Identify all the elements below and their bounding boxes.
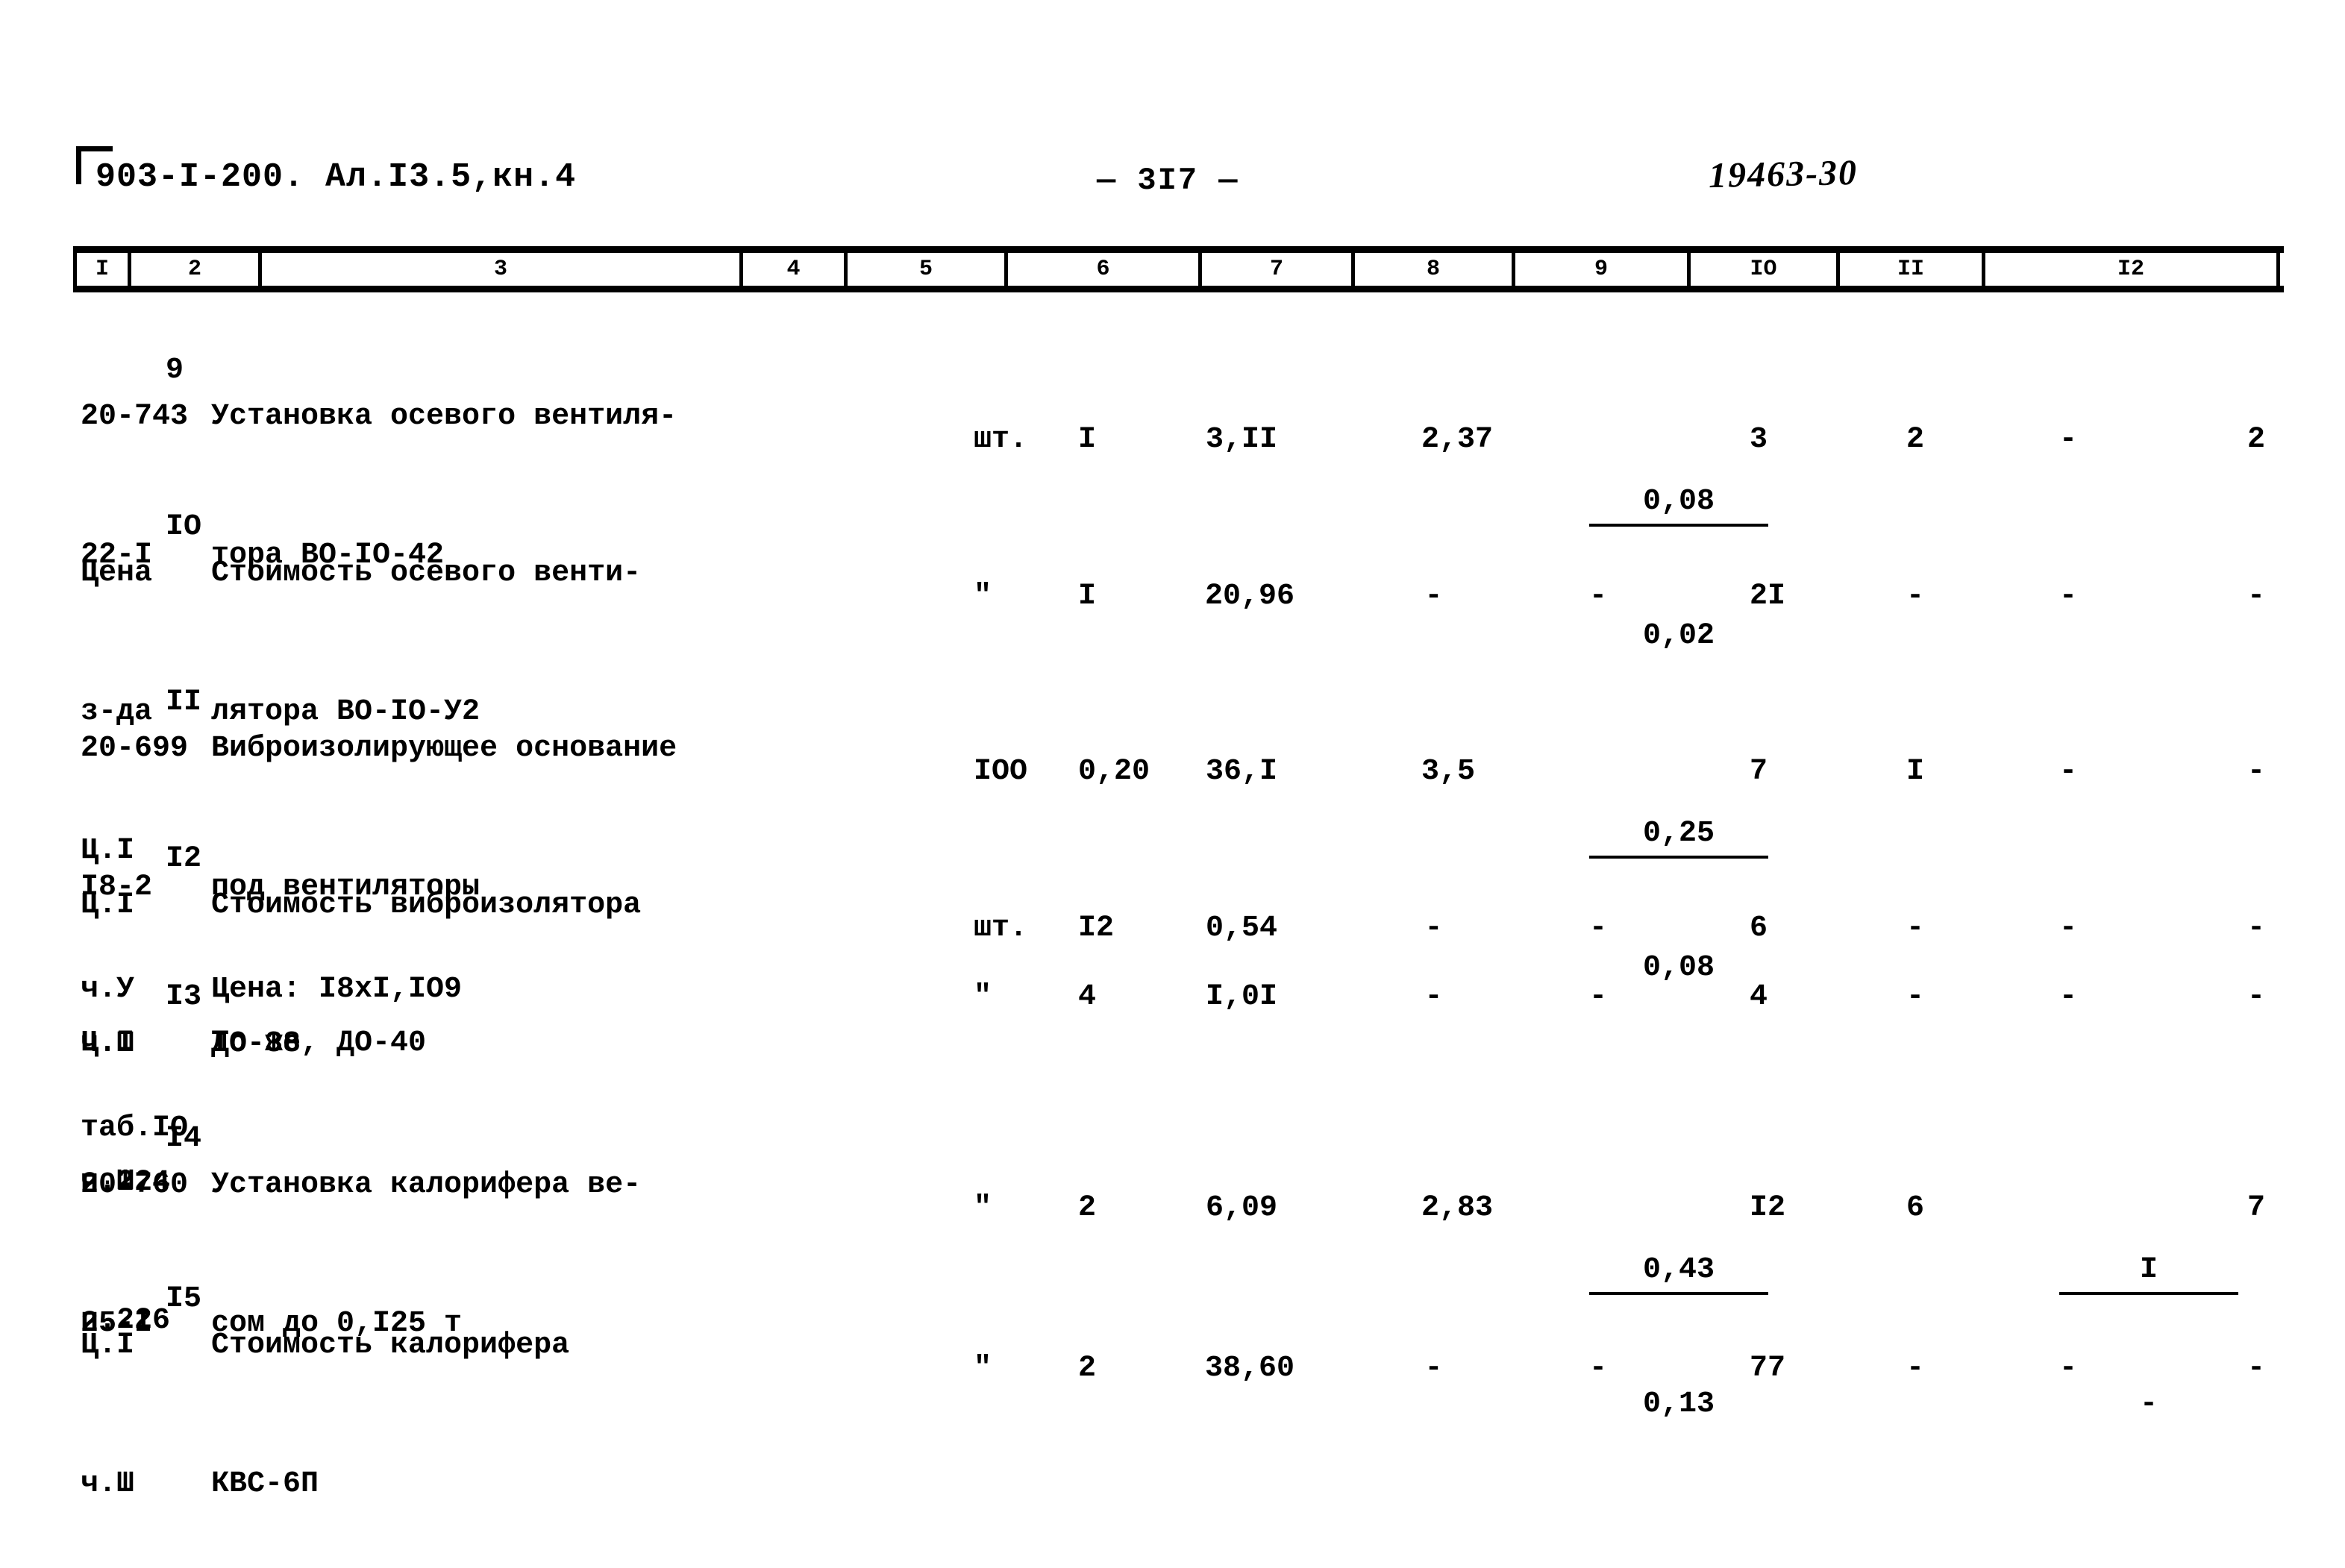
row-col12: -: [2247, 980, 2266, 1014]
column-number-12: I2: [1985, 253, 2280, 286]
row-col6: 6,09: [1206, 1191, 1278, 1225]
column-number-7: 7: [1202, 253, 1355, 286]
handwritten-annotation: 19463-30: [1708, 152, 1859, 196]
row-col6: I,0I: [1206, 980, 1278, 1014]
document-code: 903-I-200. Ал.I3.5,кн.4: [96, 158, 577, 196]
estimate-table: 9 20-743 22-I Установка осевого вентиля-…: [0, 301, 2345, 1501]
row-code-line: Ц.I: [81, 1026, 135, 1060]
row-code-line: 20-760: [81, 1168, 189, 1202]
row-description-line: Стоимость виброизолятора: [211, 888, 642, 922]
table-column-number-row: I 2 3 4 5 6 7 8 9 IО II I2: [73, 246, 2284, 292]
row-col6: 36,I: [1206, 755, 1278, 788]
table-row: I3 Ц.I ч.Ш п.226 То же, ДО-40 " 4 I,0I -: [0, 928, 2345, 1337]
table-row: II 20-699 I8-2 Виброизолирующее основани…: [0, 633, 2345, 985]
row-col7: -: [1424, 580, 1443, 613]
column-number-3: 3: [262, 253, 743, 286]
row-col8: -: [1589, 580, 1608, 613]
row-col8: -: [1589, 1352, 1608, 1385]
row-code-line: 20-699: [81, 732, 189, 765]
row-code-line: Ц.I: [81, 888, 135, 922]
table-row: I4 20-760 25-I Установка калорифера ве- …: [0, 1070, 2345, 1421]
column-number-8: 8: [1355, 253, 1515, 286]
row-col12: 2: [2247, 423, 2266, 457]
table-row: I5 Ц.I ч.Ш п.757 Стоимость калорифера КВ…: [0, 1230, 2345, 1501]
document-page: 903-I-200. Ал.I3.5,кн.4 — 3I7 — 19463-30…: [0, 0, 2345, 1568]
row-description-line: КВС-6П: [211, 1467, 319, 1501]
row-description-line: То же, ДО-40: [211, 1026, 427, 1060]
row-col7: -: [1424, 980, 1443, 1014]
column-number-4: 4: [743, 253, 848, 286]
row-col6: 3,II: [1206, 423, 1278, 457]
table-row: I2 Ц.I ч.Ш п.224 Стоимость виброизолятор…: [0, 790, 2345, 1199]
row-description-line: Установка осевого вентиля-: [211, 400, 677, 433]
row-code-line: ч.Ш: [81, 1467, 135, 1501]
column-number-6: 6: [1008, 253, 1202, 286]
column-number-10: IО: [1691, 253, 1840, 286]
column-number-9: 9: [1515, 253, 1691, 286]
row-col12: -: [2247, 580, 2266, 613]
row-description-line: Виброизолирующее основание: [211, 732, 677, 765]
column-number-5: 5: [848, 253, 1008, 286]
table-row: IО Цена з-да Ц.I ч.У таб.IО Стоимость ос…: [0, 458, 2345, 1145]
row-col12: -: [2247, 1352, 2266, 1385]
row-description-line: Стоимость калорифера: [211, 1329, 570, 1362]
row-col12: -: [2247, 755, 2266, 788]
column-number-2: 2: [131, 253, 262, 286]
column-number-1: I: [73, 253, 131, 286]
row-description-line: Стоимость осевого венти-: [211, 556, 642, 590]
row-description-line: Установка калорифера ве-: [211, 1168, 642, 1202]
table-row: 9 20-743 22-I Установка осевого вентиля-…: [0, 301, 2345, 653]
row-code-line: Ц.I: [81, 1329, 135, 1362]
row-code-line: Цена: [81, 556, 153, 590]
document-header: 903-I-200. Ал.I3.5,кн.4 — 3I7 — 19463-30: [0, 146, 2345, 198]
page-number: — 3I7 —: [1097, 163, 1239, 198]
column-number-11: II: [1840, 253, 1985, 286]
row-code-line: 20-743: [81, 400, 189, 433]
row-col12: 7: [2247, 1191, 2266, 1225]
row-col7: -: [1424, 1352, 1443, 1385]
row-col8: -: [1589, 980, 1608, 1014]
